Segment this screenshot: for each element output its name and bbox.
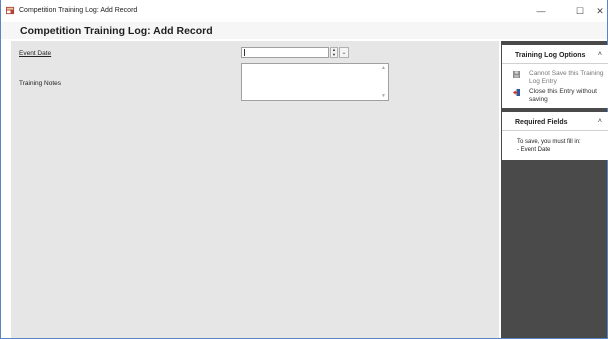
- required-field-item: - Event Date: [517, 147, 551, 153]
- collapse-options-icon[interactable]: ˄: [598, 51, 602, 58]
- title-bar[interactable]: Competition Training Log: Add Record — ☐…: [1, 0, 607, 22]
- event-date-label[interactable]: Event Date: [19, 50, 51, 57]
- page-title: Competition Training Log: Add Record: [20, 25, 213, 37]
- text-caret: [244, 49, 245, 56]
- form-header: Competition Training Log: Add Record: [1, 22, 607, 39]
- required-instruction: To save, you must fill in:: [517, 139, 581, 145]
- save-disk-icon: [513, 71, 520, 78]
- event-date-input[interactable]: [241, 47, 329, 58]
- maximize-button[interactable]: ☐: [567, 4, 593, 18]
- close-entry-label[interactable]: Close this Entry without saving: [529, 88, 607, 104]
- scroll-down-icon[interactable]: ▼: [381, 93, 386, 99]
- scroll-up-icon[interactable]: ▲: [381, 65, 386, 71]
- exit-door-icon: [513, 89, 520, 96]
- panel-divider: [502, 130, 608, 131]
- date-picker-dropdown-button[interactable]: ⌄: [339, 47, 349, 58]
- close-window-button[interactable]: ✕: [591, 4, 608, 18]
- window-title: Competition Training Log: Add Record: [19, 7, 138, 14]
- panel-divider: [502, 63, 608, 64]
- app-window: Competition Training Log: Add Record — ☐…: [0, 0, 608, 339]
- required-panel-title: Required Fields: [515, 119, 568, 126]
- required-fields-panel: Required Fields ˄ To save, you must fill…: [502, 112, 608, 160]
- chevron-down-icon: ⌄: [341, 50, 347, 56]
- date-spinner[interactable]: ▲ ▼: [330, 47, 338, 58]
- training-log-app-icon: [6, 6, 15, 15]
- save-entry-label: Cannot Save this Training Log Entry: [529, 70, 604, 85]
- collapse-required-icon[interactable]: ˄: [598, 118, 602, 125]
- training-notes-input[interactable]: ▲ ▼: [241, 63, 389, 101]
- options-panel-title: Training Log Options: [515, 52, 586, 59]
- sidebar: Training Log Options ˄ Cannot Save this …: [501, 41, 608, 338]
- minimize-button[interactable]: —: [528, 4, 554, 18]
- training-notes-label: Training Notes: [19, 80, 62, 87]
- spin-down-icon[interactable]: ▼: [331, 52, 337, 58]
- training-log-options-panel: Training Log Options ˄ Cannot Save this …: [502, 45, 608, 108]
- form-area: Event Date ▲ ▼ ⌄ Training Notes ▲ ▼: [11, 41, 499, 338]
